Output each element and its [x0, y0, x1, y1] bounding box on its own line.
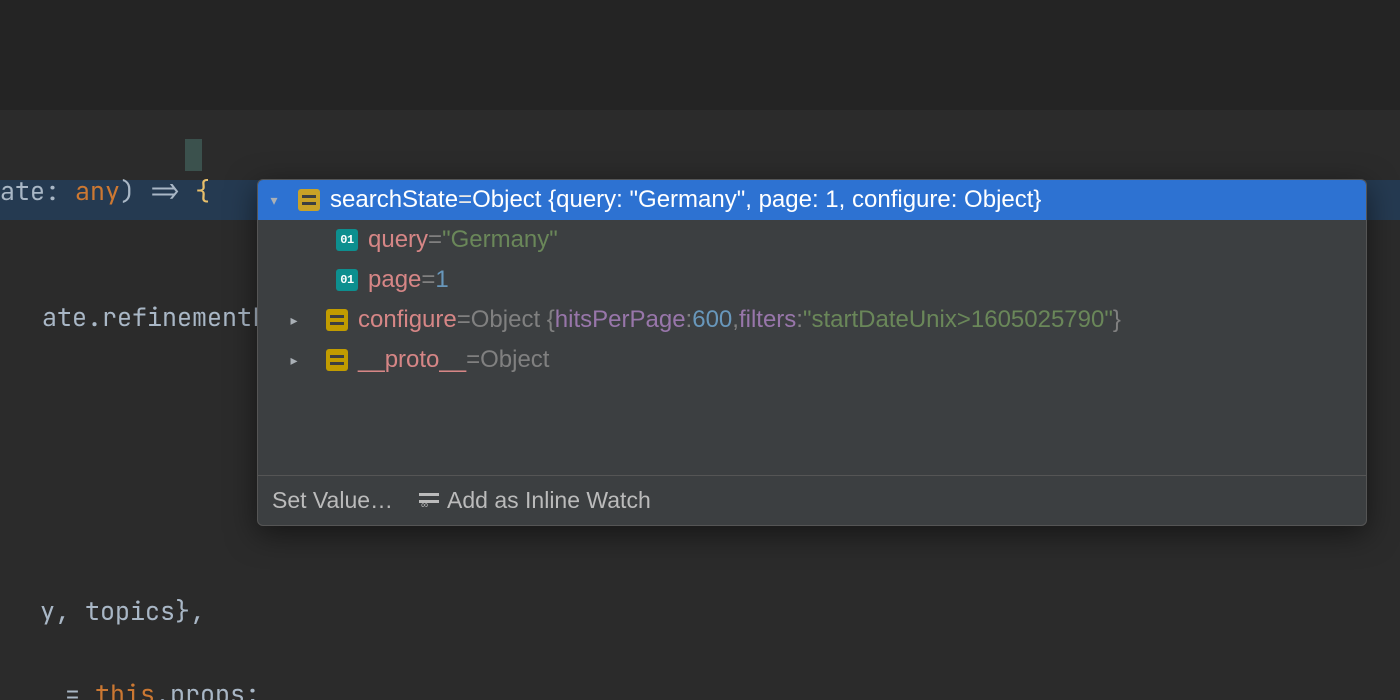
variable-name: configure [358, 306, 457, 334]
separator: : [796, 306, 803, 334]
variable-name: query [368, 226, 428, 254]
code-token: ) [120, 174, 150, 208]
equals-sign: = [466, 346, 480, 374]
chevron-down-icon[interactable]: ▾ [264, 192, 284, 209]
code-token: => [150, 174, 195, 208]
equals-sign: = [421, 266, 435, 294]
variable-name: searchState [330, 186, 458, 214]
code-line: ate.refinementLi [0, 266, 282, 368]
add-inline-watch-button[interactable]: ∞ Add as Inline Watch [419, 487, 651, 514]
object-key: hitsPerPage [555, 306, 686, 334]
object-value: 600 [692, 306, 732, 334]
set-value-button[interactable]: Set Value… [272, 487, 393, 514]
object-icon [298, 189, 320, 211]
equals-sign: = [428, 226, 442, 254]
code-token: .props; [155, 677, 260, 700]
variable-name: page [368, 266, 421, 294]
tree-row-query[interactable]: ▸ 01 query = "Germany" [258, 220, 1366, 260]
chevron-right-icon[interactable]: ▸ [284, 352, 304, 369]
code-line-signature: ate: any) => { [0, 140, 210, 242]
code-token: { [195, 174, 210, 208]
code-line: = this.props; [0, 643, 260, 700]
variable-value: Object [480, 346, 549, 374]
tree-row-proto[interactable]: ▸ __proto__ = Object [258, 340, 1366, 380]
button-label: Set Value… [272, 487, 393, 514]
variable-summary: Object { [471, 306, 555, 334]
watch-icon: ∞ [419, 491, 439, 511]
object-icon [326, 349, 348, 371]
variable-summary: Object {query: "Germany", page: 1, confi… [472, 186, 1041, 214]
equals-sign: = [457, 306, 471, 334]
code-token: any [75, 174, 120, 208]
variable-name: __proto__ [358, 346, 466, 374]
variable-value: "Germany" [442, 226, 558, 254]
primitive-icon: 01 [336, 269, 358, 291]
code-token: ate: [0, 174, 75, 208]
code-token: this [95, 677, 155, 700]
primitive-icon: 01 [336, 229, 358, 251]
code-token: refinementLi [102, 300, 282, 334]
chevron-right-icon[interactable]: ▸ [284, 312, 304, 329]
tree-row-page[interactable]: ▸ 01 page = 1 [258, 260, 1366, 300]
code-token: ate. [42, 300, 102, 334]
editor-top-strip [0, 0, 1400, 110]
tree-row-configure[interactable]: ▸ configure = Object { hitsPerPage : 600… [258, 300, 1366, 340]
separator: : [686, 306, 693, 334]
object-icon [326, 309, 348, 331]
variable-tree[interactable]: ▾ searchState = Object {query: "Germany"… [258, 180, 1366, 475]
debugger-value-tooltip[interactable]: ▾ searchState = Object {query: "Germany"… [257, 179, 1367, 526]
variable-value: 1 [435, 266, 448, 294]
code-token: = [50, 677, 95, 700]
equals-sign: = [458, 186, 472, 214]
object-value: "startDateUnix>1605025790" [803, 306, 1113, 334]
button-label: Add as Inline Watch [447, 487, 651, 514]
brace-close: } [1113, 306, 1121, 334]
tooltip-footer: Set Value… ∞ Add as Inline Watch [258, 475, 1366, 525]
separator: , [732, 306, 739, 334]
tree-row-searchstate[interactable]: ▾ searchState = Object {query: "Germany"… [258, 180, 1366, 220]
object-key: filters [739, 306, 796, 334]
code-token: y, topics}, [40, 594, 205, 628]
